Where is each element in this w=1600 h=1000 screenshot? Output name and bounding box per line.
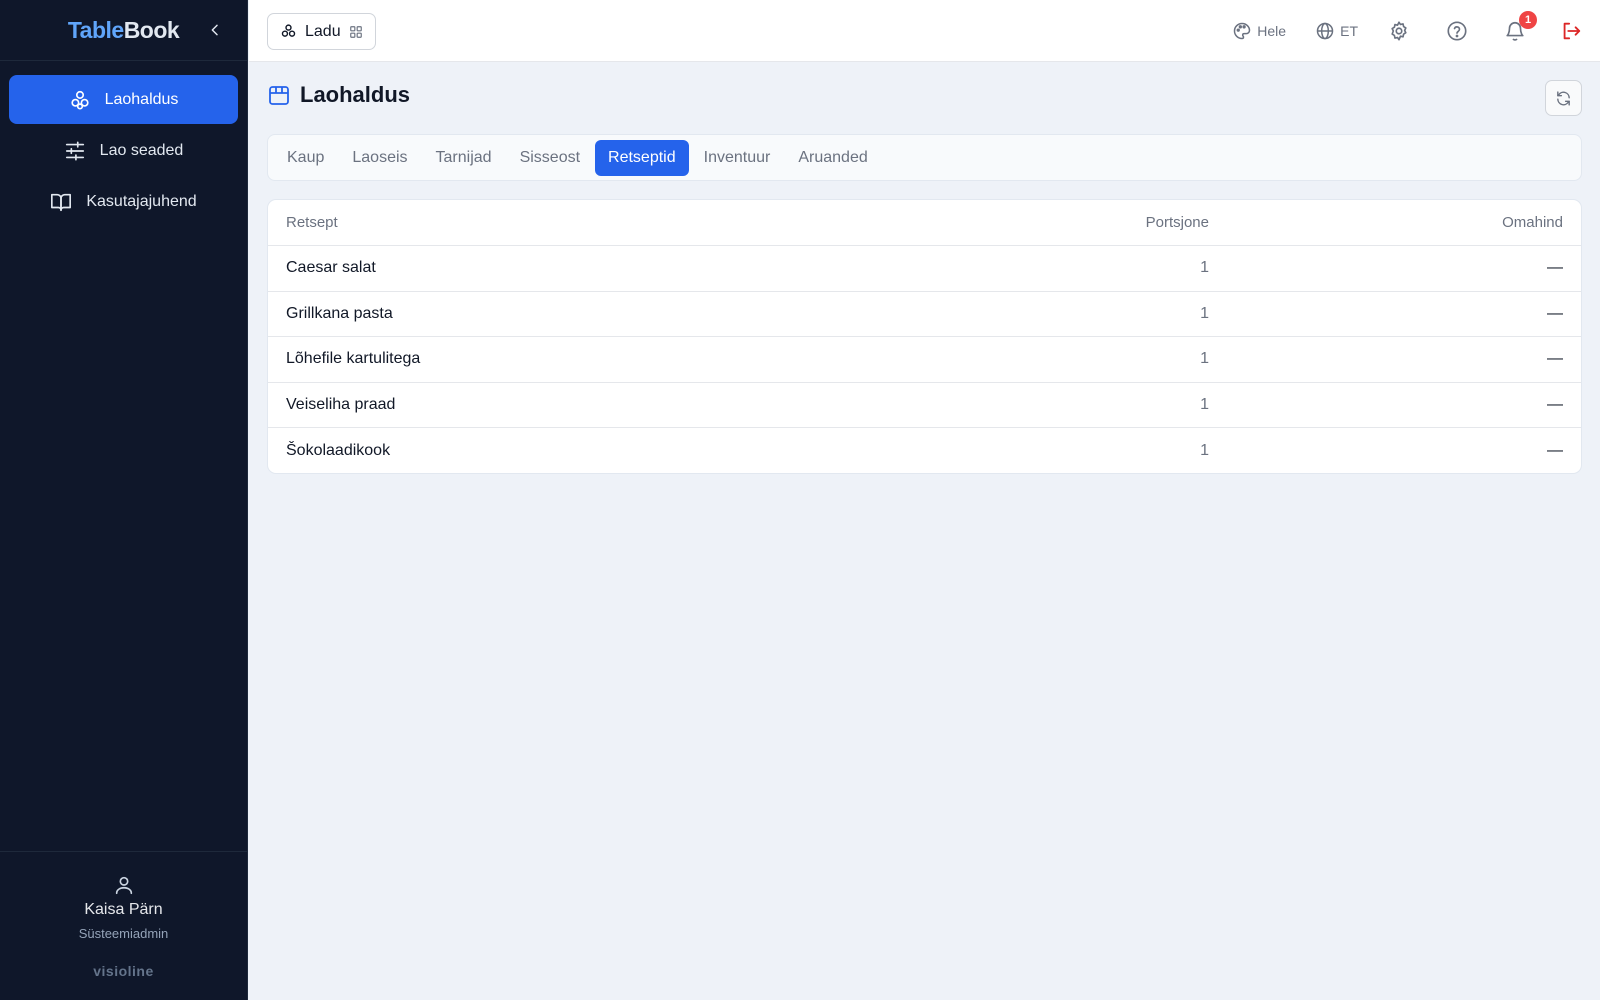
help-button[interactable] [1446,19,1468,43]
boxes-icon [69,89,91,111]
column-header-retsept[interactable]: Retsept [286,214,1049,231]
recipe-portions: 1 [1200,350,1209,368]
chevron-left-icon [211,24,218,36]
main-content: Laohaldus Kaup Laoseis Tarnijad Sisseost… [249,62,1600,1000]
table-row[interactable]: Šokolaadikook 1 — [268,427,1581,473]
theme-label: Hele [1257,23,1286,39]
settings-button[interactable] [1388,19,1410,43]
recipe-cost: — [1547,304,1563,322]
sidebar-item-label: Lao seaded [99,141,184,159]
sidebar-item-label: Laohaldus [104,90,179,108]
recipe-name: Lõhefile kartulitega [286,350,421,368]
collapse-sidebar-button[interactable] [205,20,225,40]
recipe-name: Grillkana pasta [286,304,393,322]
tab-sisseost[interactable]: Sisseost [507,140,593,176]
sliders-icon [64,140,86,162]
refresh-icon [1557,90,1570,106]
sidebar-nav: Laohaldus Lao seaded Kasutajajuhend [0,61,247,226]
recipes-table: Retsept Portsjone Omahind Caesar salat 1… [267,199,1582,474]
page-title: Laohaldus [300,82,411,107]
help-icon [1447,21,1467,41]
recipe-cost: — [1547,350,1563,368]
recipe-name: Šokolaadikook [286,441,391,459]
table-row[interactable]: Veiseliha praad 1 — [268,381,1581,428]
brand-logo[interactable]: TableBook [68,17,180,44]
sidebar: TableBook Laohaldus Lao seaded Kasutajaj… [0,0,248,1000]
sidebar-item-laohaldus[interactable]: Laohaldus [9,75,238,124]
sidebar-item-kasutajajuhend[interactable]: Kasutajajuhend [9,177,238,226]
table-row[interactable]: Grillkana pasta 1 — [268,290,1581,337]
table-row[interactable]: Lõhefile kartulitega 1 — [268,336,1581,382]
language-button[interactable]: ET [1315,19,1358,43]
tab-laoseis[interactable]: Laoseis [339,140,420,176]
tab-tarnijad[interactable]: Tarnijad [423,140,505,176]
package-icon [269,86,289,105]
language-label: ET [1340,23,1358,39]
user-profile: Kaisa Pärn Süsteemiadmin visioline [0,851,247,979]
grid-icon [349,25,362,38]
user-role: Süsteemiadmin [78,926,169,941]
refresh-button[interactable] [1545,80,1582,116]
recipe-portions: 1 [1200,259,1209,277]
notifications-button[interactable]: 1 [1504,11,1537,43]
recipe-name: Veiseliha praad [286,396,396,414]
sidebar-item-lao-seaded[interactable]: Lao seaded [9,126,238,175]
recipe-portions: 1 [1200,396,1209,414]
tab-retseptid[interactable]: Retseptid [595,139,689,176]
gear-icon [1391,21,1407,41]
brand-bar: TableBook [0,0,247,61]
tab-aruanded[interactable]: Aruanded [785,140,880,176]
footer-brand: visioline [93,963,154,979]
recipe-name: Caesar salat [286,259,376,277]
tab-kaup[interactable]: Kaup [274,140,337,176]
table-row[interactable]: Caesar salat 1 — [268,245,1581,291]
recipe-cost: — [1547,396,1563,414]
sidebar-item-label: Kasutajajuhend [86,192,197,210]
page-header: Laohaldus [267,82,410,108]
theme-toggle-button[interactable]: Hele [1232,19,1286,43]
globe-icon [1316,22,1334,40]
tab-inventuur[interactable]: Inventuur [691,140,784,176]
column-header-portsjone[interactable]: Portsjone [1049,214,1209,231]
user-name: Kaisa Pärn [84,901,163,918]
user-icon[interactable] [0,874,247,896]
recipe-portions: 1 [1200,304,1209,322]
logout-icon [1563,22,1581,40]
boxes-icon [281,24,296,37]
recipe-cost: — [1547,259,1563,277]
tab-bar: Kaup Laoseis Tarnijad Sisseost Retseptid… [267,134,1582,181]
topbar: Ladu Hele ET 1 [249,0,1600,62]
logout-button[interactable] [1560,19,1582,43]
notification-badge: 1 [1519,11,1537,29]
module-label: Ladu [305,22,341,40]
module-switcher-button[interactable]: Ladu [267,13,376,50]
column-header-omahind[interactable]: Omahind [1209,214,1563,231]
book-icon [50,191,72,213]
table-header: Retsept Portsjone Omahind [268,200,1581,245]
recipe-portions: 1 [1200,441,1209,459]
palette-icon [1234,22,1251,40]
recipe-cost: — [1547,441,1563,459]
